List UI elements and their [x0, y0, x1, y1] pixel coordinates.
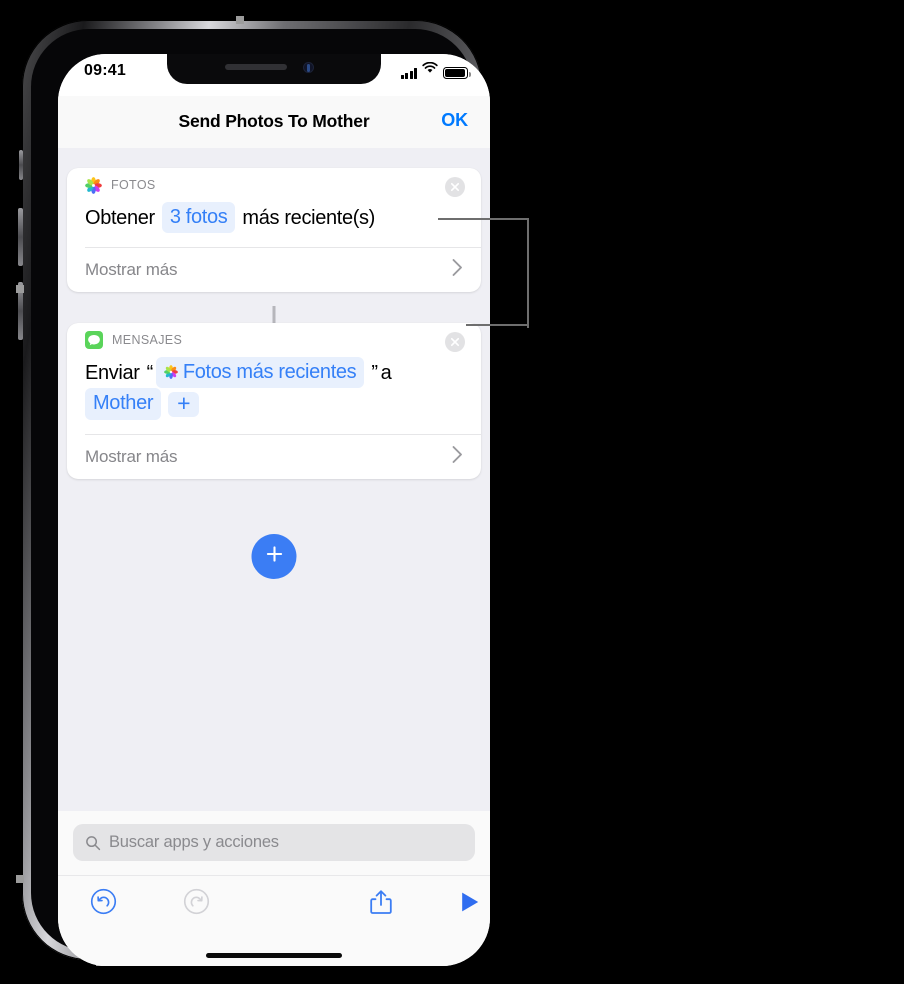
redo-icon [183, 888, 210, 920]
status-bar-indicators [400, 61, 471, 79]
redo-button[interactable] [180, 888, 212, 920]
frame-tick-left [16, 285, 24, 293]
search-bar[interactable]: Buscar apps y acciones [73, 824, 475, 861]
navigation-bar: Send Photos To Mother OK [58, 96, 490, 148]
bottom-bar: Buscar apps y acciones [58, 811, 490, 966]
action-preposition: a [380, 361, 392, 384]
editor-toolbar [58, 876, 490, 932]
volume-up-button[interactable] [18, 208, 23, 266]
shortcut-canvas: FOTOS Obtener 3 fotos más reciente(s) Mo… [58, 148, 490, 811]
show-more-row[interactable]: Mostrar más [67, 248, 481, 292]
show-more-label: Mostrar más [85, 260, 178, 280]
chevron-right-icon [452, 259, 463, 282]
action-card-messages[interactable]: MENSAJES Enviar “ Fotos más recientes ” … [67, 323, 481, 479]
frame-tick-top [236, 16, 244, 24]
done-button[interactable]: OK [441, 110, 468, 131]
action-verb: Obtener [85, 206, 155, 229]
run-button[interactable] [454, 888, 486, 920]
earpiece-speaker [225, 64, 287, 70]
show-more-label: Mostrar más [85, 446, 178, 466]
status-bar-time: 09:41 [84, 62, 126, 79]
callout-tick-photos [527, 218, 529, 328]
frame-tick-left-lower [16, 875, 24, 883]
chevron-right-icon [452, 445, 463, 468]
silent-switch[interactable] [19, 150, 23, 180]
close-circle-icon[interactable] [445, 332, 465, 352]
phone-screen: 09:41 Send Photos To Mother OK FOTOS Obt… [58, 54, 490, 966]
show-more-row[interactable]: Mostrar más [67, 435, 481, 479]
action-card-photos[interactable]: FOTOS Obtener 3 fotos más reciente(s) Mo… [67, 168, 481, 293]
screenshot-stage: 09:41 Send Photos To Mother OK FOTOS Obt… [0, 0, 904, 984]
close-quote: ” [371, 361, 378, 384]
action-card-body: Enviar “ Fotos más recientes ” a Mother … [67, 357, 481, 434]
action-suffix: más reciente(s) [242, 206, 375, 229]
callout-line-messages-action [466, 324, 528, 326]
home-indicator [206, 953, 342, 958]
parameter-token-variable[interactable]: Fotos más recientes [155, 357, 365, 389]
action-card-header: FOTOS [67, 168, 481, 202]
add-action-button[interactable] [251, 534, 297, 579]
parameter-token-count[interactable]: 3 fotos [161, 202, 236, 234]
action-card-header: MENSAJES [67, 323, 481, 357]
close-circle-icon[interactable] [445, 177, 465, 197]
wifi-icon [422, 61, 438, 79]
battery-icon [443, 67, 471, 79]
device-notch [167, 54, 381, 84]
front-camera [303, 62, 314, 73]
action-verb: Enviar [85, 361, 140, 384]
action-app-label: MENSAJES [112, 333, 183, 347]
search-input[interactable]: Buscar apps y acciones [73, 824, 475, 861]
search-placeholder: Buscar apps y acciones [109, 833, 279, 851]
parameter-token-recipient[interactable]: Mother [85, 388, 162, 420]
action-parameter-line: Obtener 3 fotos más reciente(s) [85, 202, 463, 234]
play-icon [459, 890, 481, 919]
messages-app-icon [85, 331, 103, 349]
action-app-label: FOTOS [111, 178, 156, 192]
undo-button[interactable] [87, 888, 119, 920]
action-card-body: Obtener 3 fotos más reciente(s) [67, 202, 481, 247]
plus-icon [264, 544, 284, 569]
share-button[interactable] [365, 888, 397, 920]
open-quote: “ [146, 361, 154, 384]
photos-app-icon [85, 176, 102, 194]
share-icon [368, 888, 394, 921]
add-recipient-button[interactable]: + [168, 391, 200, 417]
phone-frame: 09:41 Send Photos To Mother OK FOTOS Obt… [16, 16, 490, 966]
undo-icon [90, 888, 117, 920]
photos-app-icon [164, 365, 178, 380]
cellular-signal-icon [400, 68, 417, 79]
parameter-token-label: Fotos más recientes [182, 361, 357, 383]
callout-line-photos-action [438, 218, 528, 220]
search-icon [85, 835, 101, 851]
action-connector [272, 306, 276, 324]
page-title: Send Photos To Mother [178, 111, 370, 131]
action-parameter-line: Enviar “ Fotos más recientes ” a Mother … [85, 357, 463, 420]
